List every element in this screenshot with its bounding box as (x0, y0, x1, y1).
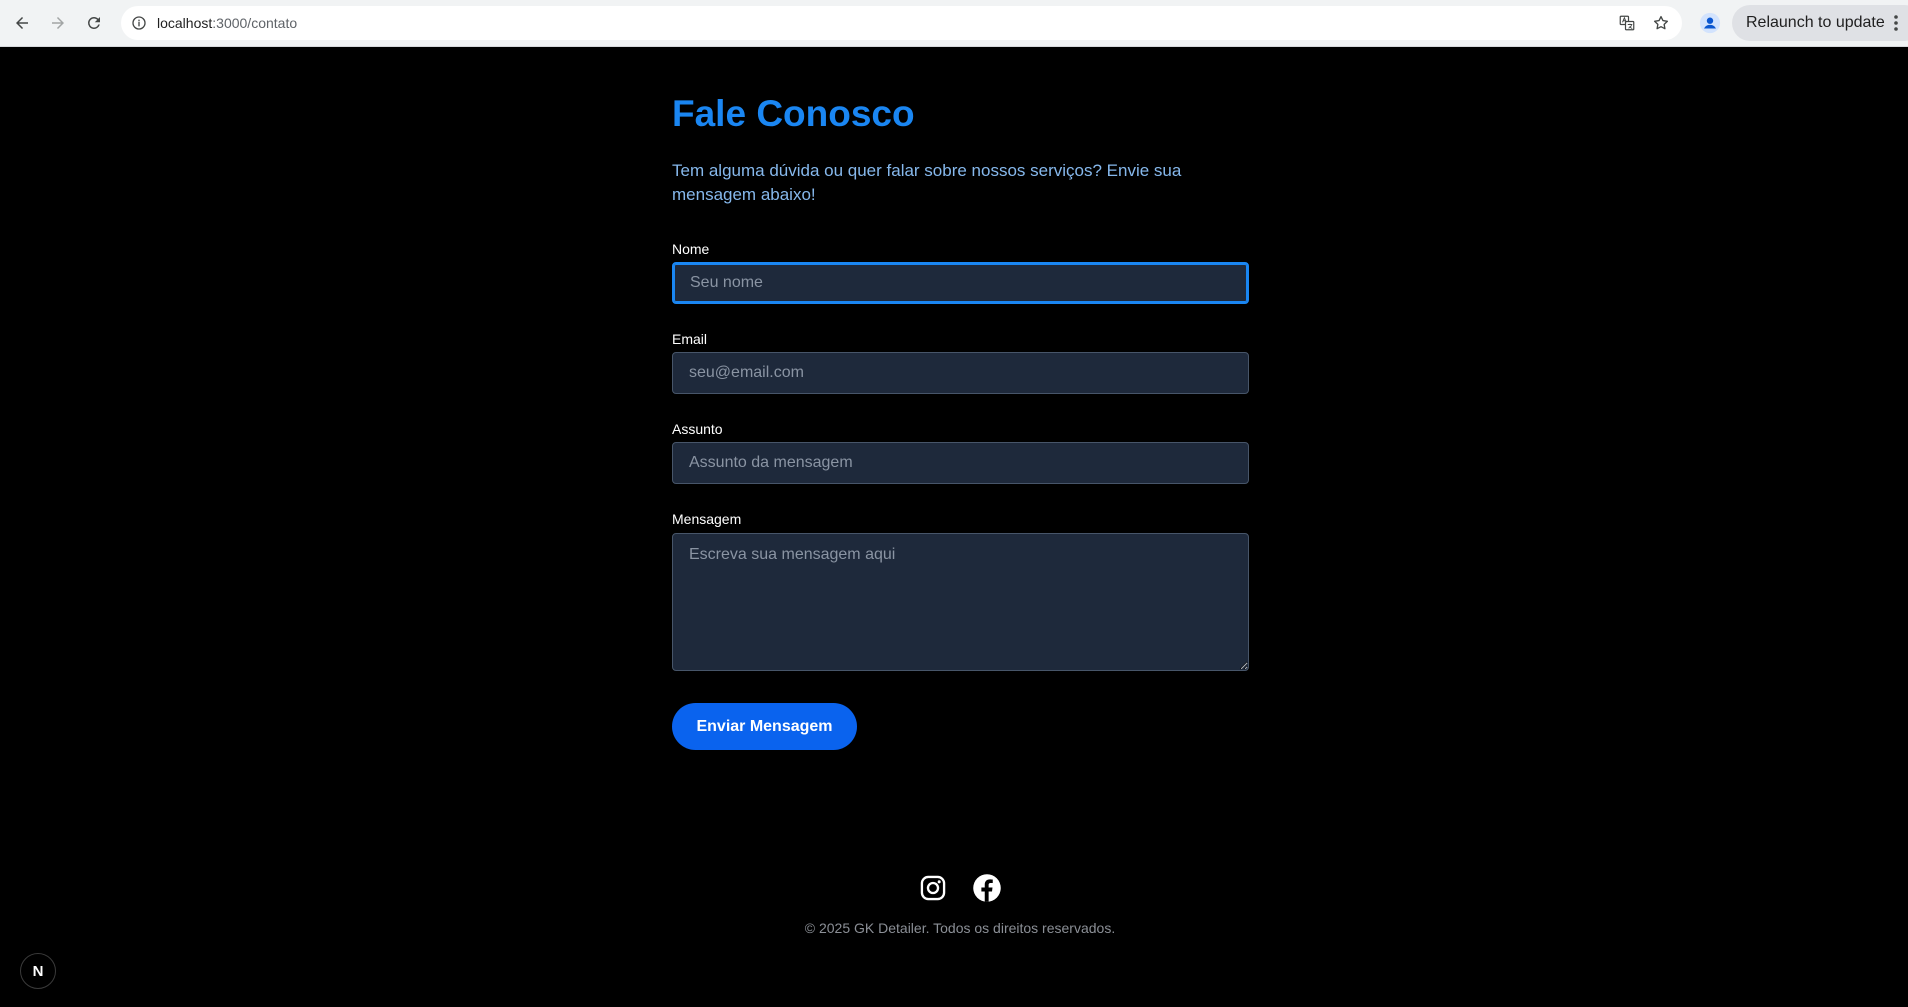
arrow-right-icon (52, 17, 64, 29)
submit-button[interactable]: Enviar Mensagem (672, 703, 857, 750)
email-input[interactable] (672, 352, 1249, 394)
message-textarea[interactable] (672, 533, 1249, 671)
subject-label: Assunto (672, 421, 723, 437)
url-host: localhost (157, 15, 213, 31)
page-title: Fale Conosco (672, 93, 915, 134)
profile-avatar-icon (1699, 12, 1721, 34)
url-path: :3000/contato (212, 15, 298, 31)
email-label: Email (672, 331, 708, 347)
forward-button[interactable] (40, 5, 76, 41)
translate-icon[interactable] (1612, 8, 1642, 38)
instagram-icon[interactable] (918, 873, 948, 903)
relaunch-label: Relaunch to update (1746, 14, 1885, 31)
social-links (918, 873, 1002, 903)
facebook-icon[interactable] (972, 873, 1002, 903)
page-subtitle: Tem alguma dúvida ou quer falar sobre no… (672, 161, 1182, 204)
reload-icon (88, 16, 100, 29)
name-label: Nome (672, 241, 710, 257)
profile-button[interactable] (1696, 9, 1724, 37)
footer-copyright: © 2025 GK Detailer. Todos os direitos re… (804, 920, 1116, 936)
page-body: Fale Conosco Tem alguma dúvida ou quer f… (0, 47, 1908, 1007)
relaunch-button[interactable]: Relaunch to update (1732, 5, 1908, 41)
message-label: Mensagem (672, 511, 742, 527)
browser-toolbar: localhost:3000/contato Relaunch to updat… (0, 0, 1908, 47)
url-text: localhost:3000/contato (157, 15, 297, 31)
reload-button[interactable] (76, 5, 112, 41)
arrow-left-icon (16, 17, 28, 29)
dev-tools-badge[interactable]: N (20, 953, 56, 989)
address-bar[interactable]: localhost:3000/contato (121, 6, 1682, 40)
more-vert-icon[interactable] (1892, 13, 1900, 38)
back-button[interactable] (4, 5, 40, 41)
bookmark-star-icon[interactable] (1646, 8, 1676, 38)
subject-input[interactable] (672, 442, 1249, 484)
site-info-icon[interactable] (129, 13, 149, 33)
name-input[interactable] (672, 262, 1249, 304)
